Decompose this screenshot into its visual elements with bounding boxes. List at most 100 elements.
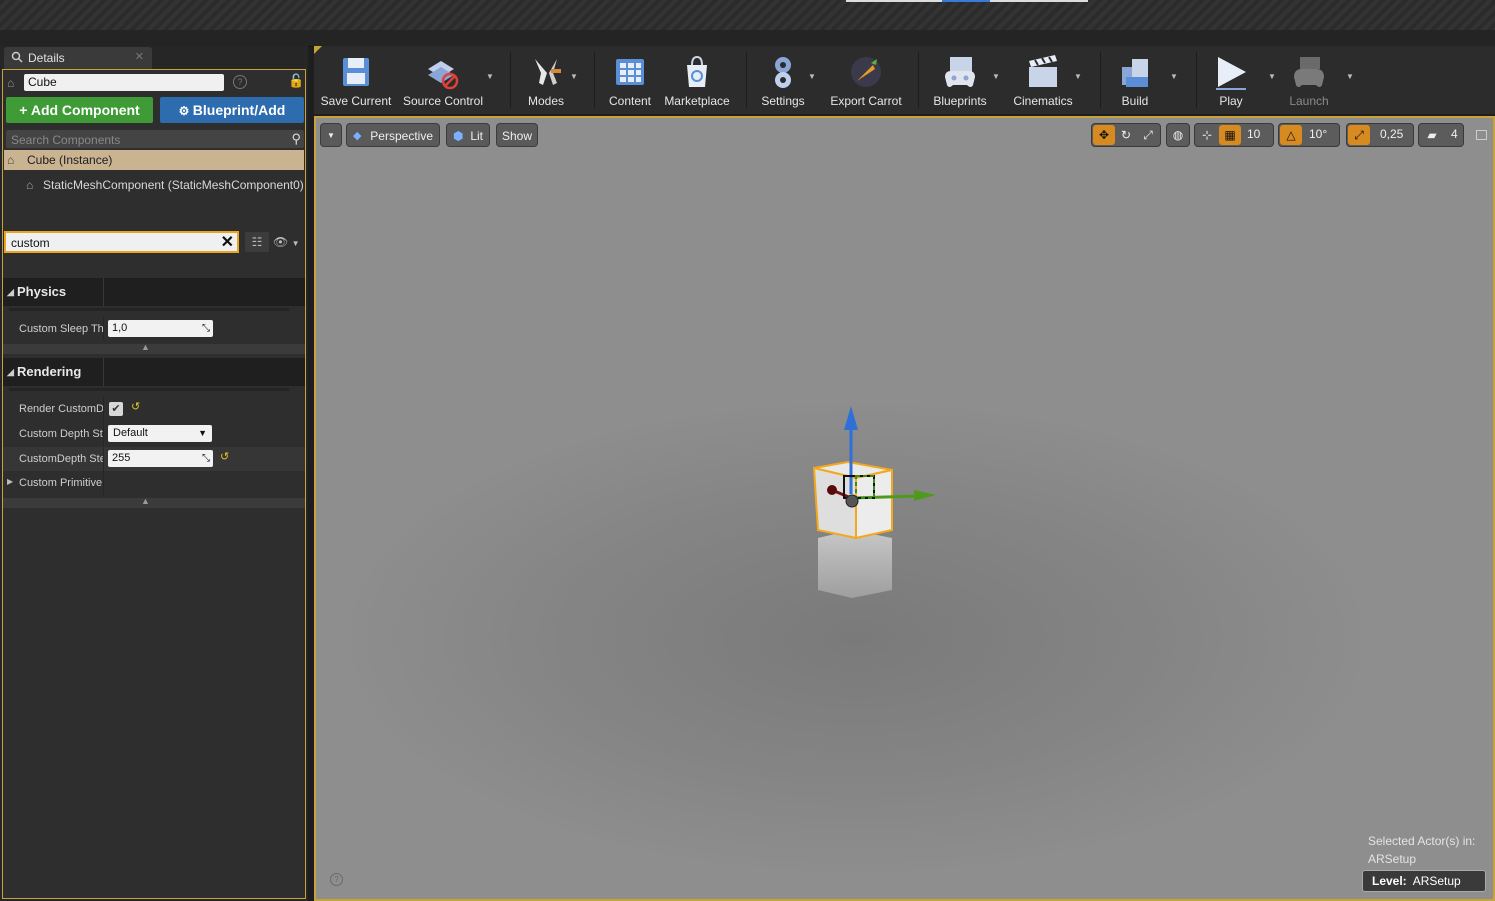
toolbar-label: Settings [761,94,805,108]
scene-cube[interactable] [796,398,946,608]
advanced-expander[interactable]: ▲ [3,342,305,354]
chevron-down-icon: ▼ [1074,72,1082,81]
launch-button[interactable]: ▼ Launch [1284,50,1354,110]
source-control-button[interactable]: ▼ Source Control [400,50,494,110]
menu-strip [0,30,1495,47]
content-button[interactable]: Content [604,50,656,110]
help-icon[interactable]: ? [233,75,247,89]
play-button[interactable]: ▼ Play [1206,50,1276,110]
transform-mode-group: ✥ ↻ ⤢ [1091,123,1161,147]
component-tree-item[interactable]: ⌂ StaticMeshComponent (StaticMeshCompone… [4,175,304,195]
search-components-input[interactable] [6,130,288,150]
settings-button[interactable]: ▼ Settings [756,50,816,110]
actor-icon: ⌂ [7,153,15,167]
scale-icon[interactable]: ⤢ [1137,125,1159,145]
scale-snap-icon[interactable]: ⤢ [1348,125,1370,145]
camera-speed-button[interactable]: ▰ 4 [1418,123,1464,147]
column-splitter [103,422,104,446]
scale-snap-group: ⤢ 0,25 [1346,123,1414,147]
lit-icon: ⬢ [453,129,464,143]
cinematics-button[interactable]: ▼ Cinematics [1010,50,1082,110]
perspective-button[interactable]: ◆ Perspective [346,123,440,147]
collapse-arrow-icon: ◢ [7,367,14,377]
cinematics-icon [1029,55,1057,87]
property-filter-row: ✕ ☷ 👁 ▼ [3,230,305,254]
close-icon[interactable]: ✕ [135,50,144,63]
details-icon [11,51,23,63]
add-component-button[interactable]: + Add Component [6,97,153,123]
grid-snap-value[interactable]: 10 [1247,124,1260,146]
title-tab-marker [846,0,942,2]
advanced-expander[interactable]: ▲ [3,496,305,508]
grid-snap-icon[interactable]: ▦ [1219,125,1241,145]
expand-arrow-icon: ▶ [7,477,14,486]
coordinate-space-button[interactable]: ◍ [1166,123,1190,147]
column-splitter [103,447,104,471]
toolbar-label: Cinematics [1013,94,1073,108]
category-rendering[interactable]: ◢ Rendering [3,358,305,386]
toolbar-label: Content [608,94,652,108]
clear-filter-icon[interactable]: ✕ [221,232,234,252]
scale-snap-value[interactable]: 0,25 [1380,124,1403,146]
blueprints-button[interactable]: ▼ Blueprints [928,50,1000,110]
export-carrot-button[interactable]: Export Carrot [826,50,906,110]
view-options-button[interactable]: 👁 ▼ [273,232,305,252]
gizmo-z-arrow [844,406,858,430]
lock-icon[interactable]: 🔓 [288,73,304,89]
property-label: Render CustomDepth Pass [19,403,103,415]
custom-depth-stencil-value-field[interactable]: 255 ⤡ [108,450,213,467]
property-row: Custom Depth Stencil Write Mask Default … [3,422,305,446]
actor-name-row: ⌂ Cube ? 🔓 [3,72,305,94]
property-row: Custom Sleep Threshold 1,0 ⤡ [3,317,305,341]
column-splitter [103,317,104,341]
save-current-button[interactable]: Save Current [318,50,394,110]
lit-button[interactable]: ⬢ Lit [446,123,490,147]
perspective-icon: ◆ [353,130,362,142]
perspective-label: Perspective [370,129,433,143]
render-custom-depth-checkbox[interactable]: ✔ [109,402,123,416]
field-value: 1,0 [112,322,128,334]
tab-details[interactable]: Details ✕ [4,47,152,69]
details-panel: Details ✕ ⌂ Cube ? 🔓 + Add Component ⚙ B… [0,46,308,901]
translate-icon[interactable]: ✥ [1093,125,1115,145]
property-matrix-button[interactable]: ☷ [245,232,269,252]
blueprint-icon: ⚙ [178,104,193,118]
toolbar-label: Export Carrot [830,94,902,108]
custom-depth-mode-dropdown[interactable]: Default ▼ [108,425,212,442]
show-button[interactable]: Show [496,123,538,147]
build-button[interactable]: ▼ Build [1110,50,1178,110]
export-carrot-icon [851,57,881,87]
reset-to-default-icon[interactable]: ↺ [220,450,229,463]
rotation-snap-value[interactable]: 10° [1309,124,1327,146]
rotate-icon[interactable]: ↻ [1115,125,1137,145]
reset-to-default-icon[interactable]: ↺ [131,400,140,413]
help-icon[interactable]: ? [330,873,343,886]
level-viewport[interactable]: ▼ ◆ Perspective ⬢ Lit Show ✥ ↻ ⤢ ◍ ⊹ ▦ 1… [314,116,1495,901]
custom-sleep-threshold-field[interactable]: 1,0 ⤡ [108,320,213,337]
play-icon [1216,57,1246,90]
expand-arrows-icon: ⤡ [202,323,210,334]
collapse-arrow-icon: ◢ [7,287,14,297]
property-label: Custom Depth Stencil Write Mask [19,428,103,440]
actor-name-field[interactable]: Cube [24,74,224,91]
rotation-snap-icon[interactable]: △ [1280,125,1302,145]
property-filter-input[interactable] [6,233,218,253]
property-row[interactable]: ▶ Custom Primitive Data [3,471,305,495]
eye-icon: 👁 [273,235,289,249]
blueprint-add-button[interactable]: ⚙ Blueprint/Add [160,97,304,123]
modes-button[interactable]: ▼ Modes [516,50,578,110]
toolbar-label: Marketplace [664,94,730,108]
source-control-icon [428,61,459,90]
marketplace-button[interactable]: Marketplace [660,50,734,110]
viewport-options-button[interactable]: ▼ [320,123,342,147]
gizmo-pivot [845,494,859,508]
divider [9,388,289,391]
component-tree-instance[interactable]: ⌂ Cube (Instance) [4,150,304,170]
surface-snap-icon[interactable]: ⊹ [1196,125,1218,145]
component-label: StaticMeshComponent (StaticMeshComponent… [43,178,304,192]
camera-speed-value: 4 [1451,127,1458,141]
property-row: CustomDepth Stencil Value 255 ⤡ ↺ [3,447,305,471]
property-row: Render CustomDepth Pass ✔ ↺ [3,397,305,421]
category-physics[interactable]: ◢ Physics [3,278,305,306]
maximize-icon[interactable] [1476,130,1487,140]
